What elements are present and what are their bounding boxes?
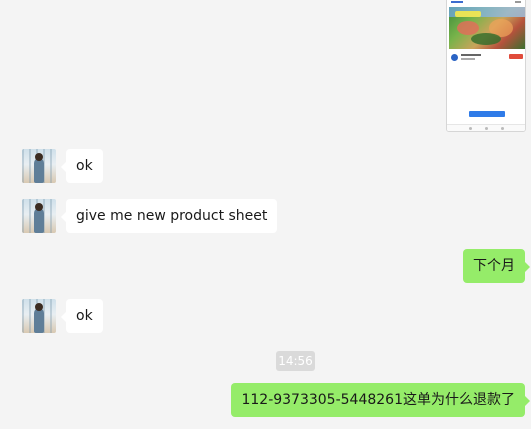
incoming-message-bubble[interactable]: ok — [61, 149, 103, 183]
incoming-message-bubble[interactable]: ok — [61, 299, 103, 333]
contact-avatar[interactable] — [22, 299, 56, 333]
message-timestamp: 14:56 — [276, 351, 315, 371]
outgoing-message-bubble[interactable]: 112-9373305-5448261这单为什么退款了 — [231, 383, 530, 417]
image-message-thumbnail[interactable] — [446, 0, 526, 132]
thumbnail-shop-row — [451, 53, 523, 63]
contact-avatar[interactable] — [22, 149, 56, 183]
thumbnail-status-bar — [447, 0, 525, 6]
incoming-message-bubble[interactable]: give me new product sheet — [60, 199, 278, 233]
thumbnail-cta-button — [469, 111, 505, 117]
outgoing-message-bubble[interactable]: 下个月 — [463, 249, 530, 283]
thumbnail-banner-image — [449, 7, 525, 49]
contact-avatar[interactable] — [22, 199, 56, 233]
thumbnail-nav-bar — [447, 124, 525, 131]
